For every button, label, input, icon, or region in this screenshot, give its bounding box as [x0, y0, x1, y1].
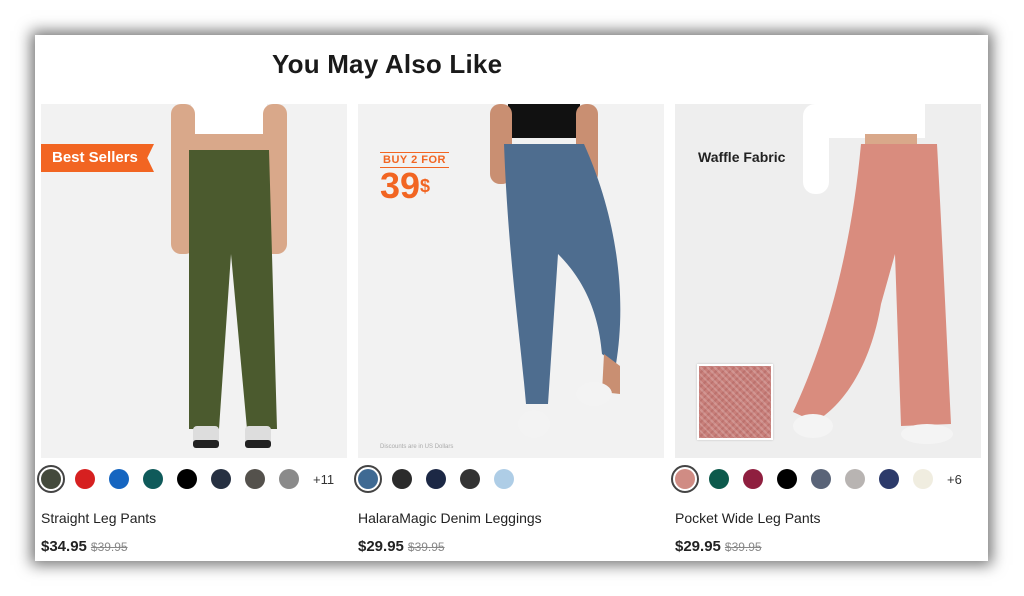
best-sellers-badge: Best Sellers: [41, 144, 154, 172]
sale-price: $29.95: [675, 538, 721, 555]
swatch[interactable]: [245, 469, 265, 489]
swatch[interactable]: [37, 465, 65, 493]
product-price: $29.95 $39.95: [358, 538, 445, 555]
swatch[interactable]: [879, 469, 899, 489]
swatch[interactable]: [811, 469, 831, 489]
product-name[interactable]: HalaraMagic Denim Leggings: [358, 510, 542, 526]
product-image[interactable]: Best Sellers: [41, 104, 347, 458]
original-price: $39.95: [724, 540, 762, 554]
fabric-texture-thumbnail: [697, 364, 773, 440]
product-image[interactable]: BUY 2 FOR 39$ Discounts are in US Dollar…: [358, 104, 664, 458]
more-colors-link[interactable]: +6: [947, 472, 962, 487]
promo-badge: BUY 2 FOR 39$: [380, 150, 449, 204]
swatch[interactable]: [777, 469, 797, 489]
currency-disclaimer: Discounts are in US Dollars: [380, 444, 454, 450]
product-name[interactable]: Straight Leg Pants: [41, 510, 156, 526]
color-swatches: +6: [671, 465, 962, 493]
promo-price: 39: [380, 165, 421, 206]
original-price: $39.95: [90, 540, 128, 554]
swatch[interactable]: [913, 469, 933, 489]
swatch[interactable]: [211, 469, 231, 489]
swatch[interactable]: [75, 469, 95, 489]
product-image[interactable]: Waffle Fabric: [675, 104, 981, 458]
color-swatches: [354, 465, 528, 493]
swatch[interactable]: [671, 465, 699, 493]
section-title: You May Also Like: [272, 49, 503, 79]
swatch[interactable]: [709, 469, 729, 489]
product-card-pocket-wide-leg-pants[interactable]: Waffle Fabric +6 Pocket Wide Leg Pants $…: [671, 104, 981, 555]
swatch[interactable]: [494, 469, 514, 489]
product-card-straight-leg-pants[interactable]: Best Sellers +11 Straight Leg Pants $34.…: [37, 104, 347, 555]
swatch[interactable]: [354, 465, 382, 493]
product-card-denim-leggings[interactable]: BUY 2 FOR 39$ Discounts are in US Dollar…: [354, 104, 664, 555]
swatch[interactable]: [460, 469, 480, 489]
swatch[interactable]: [279, 469, 299, 489]
fabric-label: Waffle Fabric: [698, 149, 786, 165]
swatch[interactable]: [743, 469, 763, 489]
product-price: $29.95 $39.95: [675, 538, 762, 555]
more-colors-link[interactable]: +11: [313, 472, 334, 487]
product-name[interactable]: Pocket Wide Leg Pants: [675, 510, 821, 526]
swatch[interactable]: [143, 469, 163, 489]
swatch[interactable]: [426, 469, 446, 489]
swatch[interactable]: [177, 469, 197, 489]
promo-currency: $: [420, 176, 431, 196]
sale-price: $34.95: [41, 538, 87, 555]
swatch[interactable]: [109, 469, 129, 489]
original-price: $39.95: [407, 540, 445, 554]
product-price: $34.95 $39.95: [41, 538, 128, 555]
sale-price: $29.95: [358, 538, 404, 555]
swatch[interactable]: [392, 469, 412, 489]
recommendations-panel: You May Also Like Best Sellers +11 Strai…: [35, 35, 988, 561]
swatch[interactable]: [845, 469, 865, 489]
color-swatches: +11: [37, 465, 334, 493]
